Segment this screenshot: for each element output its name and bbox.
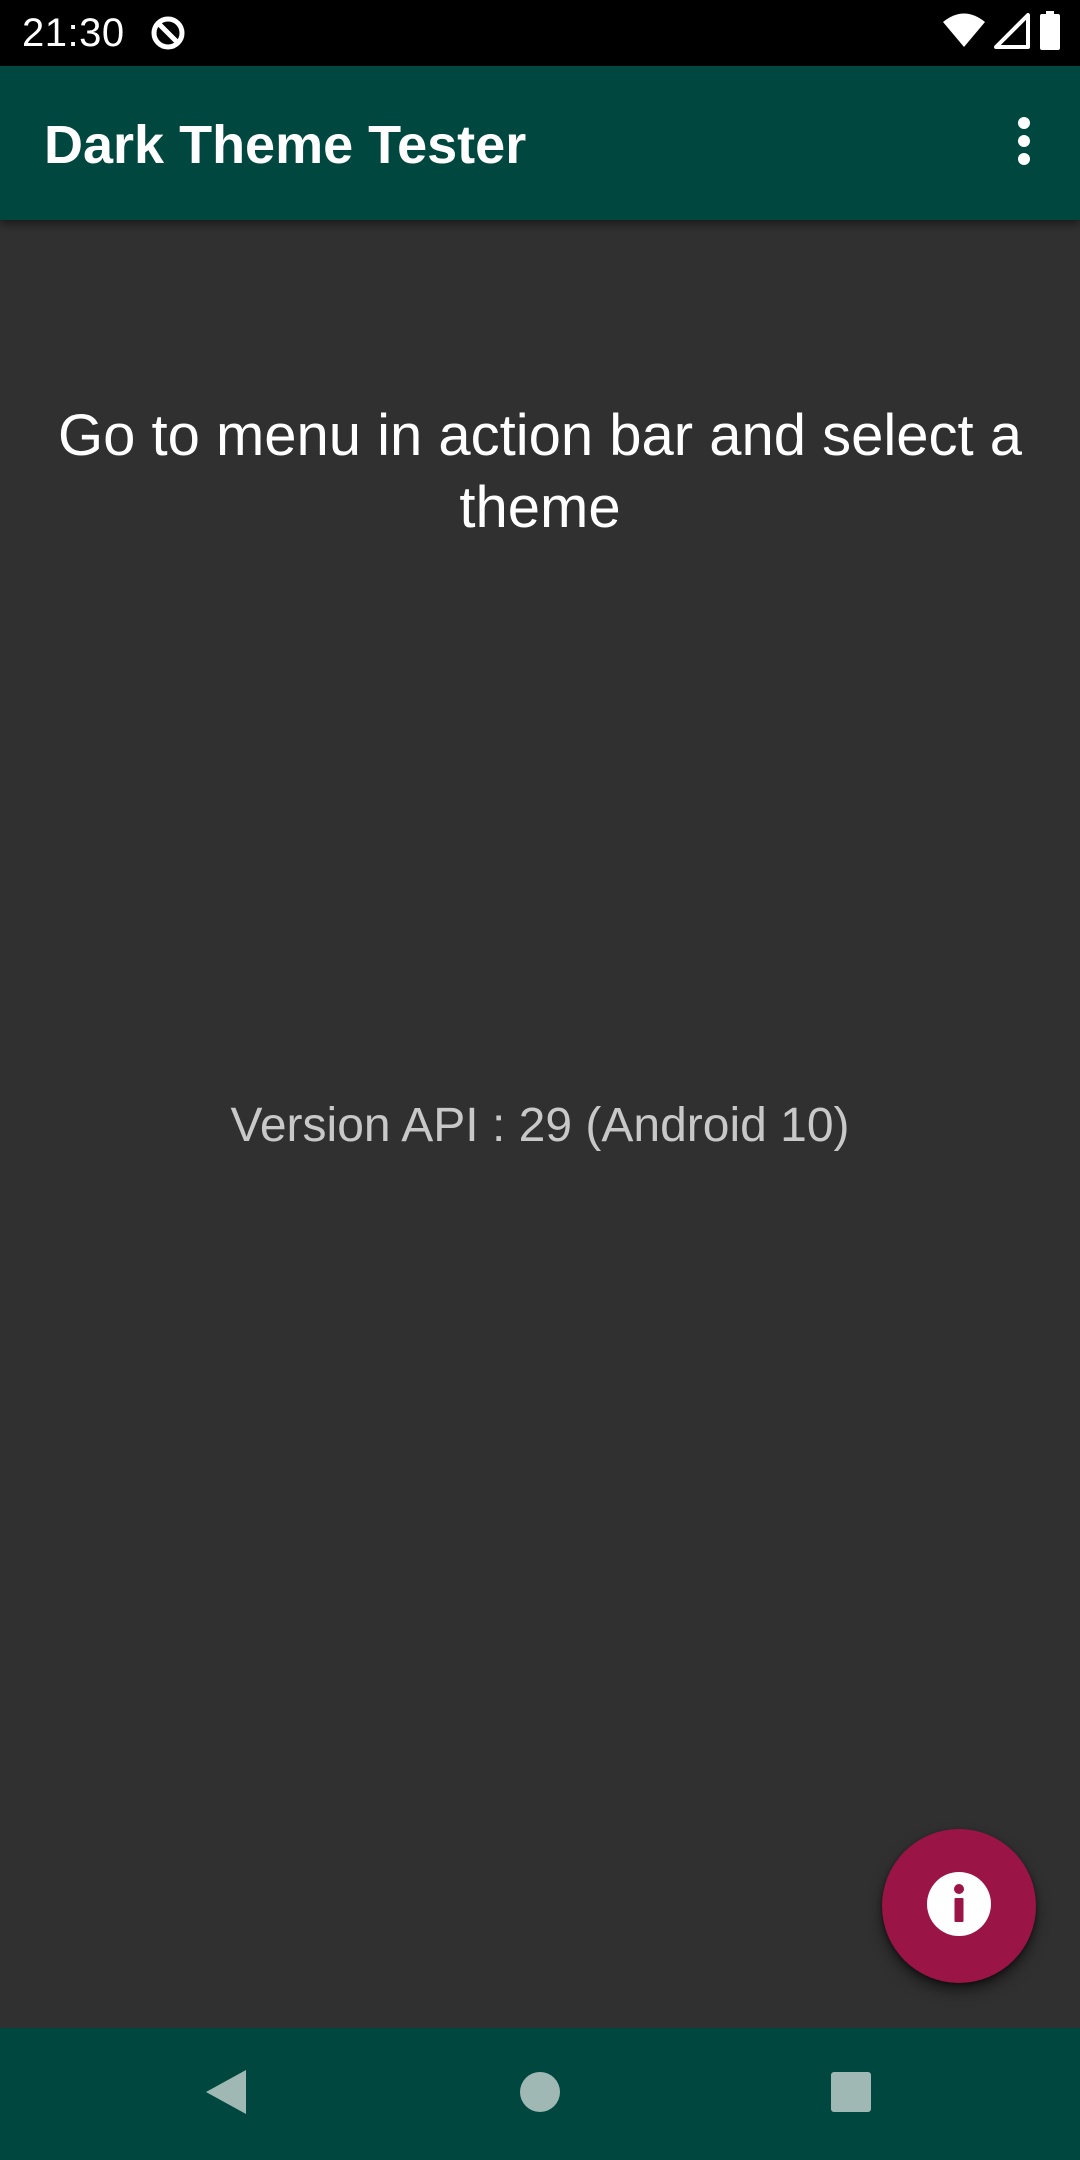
- app-title: Dark Theme Tester: [44, 115, 527, 175]
- overflow-menu-button[interactable]: [980, 99, 1068, 187]
- signal-icon: [994, 12, 1030, 54]
- data-saver-icon: [148, 13, 188, 53]
- nav-back-button[interactable]: [182, 2050, 270, 2138]
- navigation-bar: [0, 2028, 1080, 2160]
- main-content: Go to menu in action bar and select a th…: [0, 220, 1080, 2028]
- instruction-text: Go to menu in action bar and select a th…: [57, 403, 1023, 540]
- battery-icon: [1038, 10, 1062, 56]
- recents-icon: [829, 2070, 873, 2119]
- version-text: Version API : 29 (Android 10): [230, 1099, 850, 1152]
- more-vert-icon: [1016, 116, 1032, 170]
- status-bar: 21:30: [0, 0, 1080, 66]
- status-time: 21:30: [22, 11, 125, 55]
- home-icon: [518, 2070, 562, 2119]
- back-icon: [204, 2068, 248, 2121]
- nav-home-button[interactable]: [496, 2050, 584, 2138]
- info-icon: [926, 1871, 992, 1942]
- nav-recents-button[interactable]: [807, 2050, 895, 2138]
- app-bar: Dark Theme Tester: [0, 66, 1080, 220]
- screen: 21:30 Dark Theme Tester Go to menu in ac…: [0, 0, 1080, 2160]
- status-icons: [942, 10, 1062, 56]
- info-fab[interactable]: [882, 1829, 1036, 1983]
- wifi-icon: [942, 13, 986, 54]
